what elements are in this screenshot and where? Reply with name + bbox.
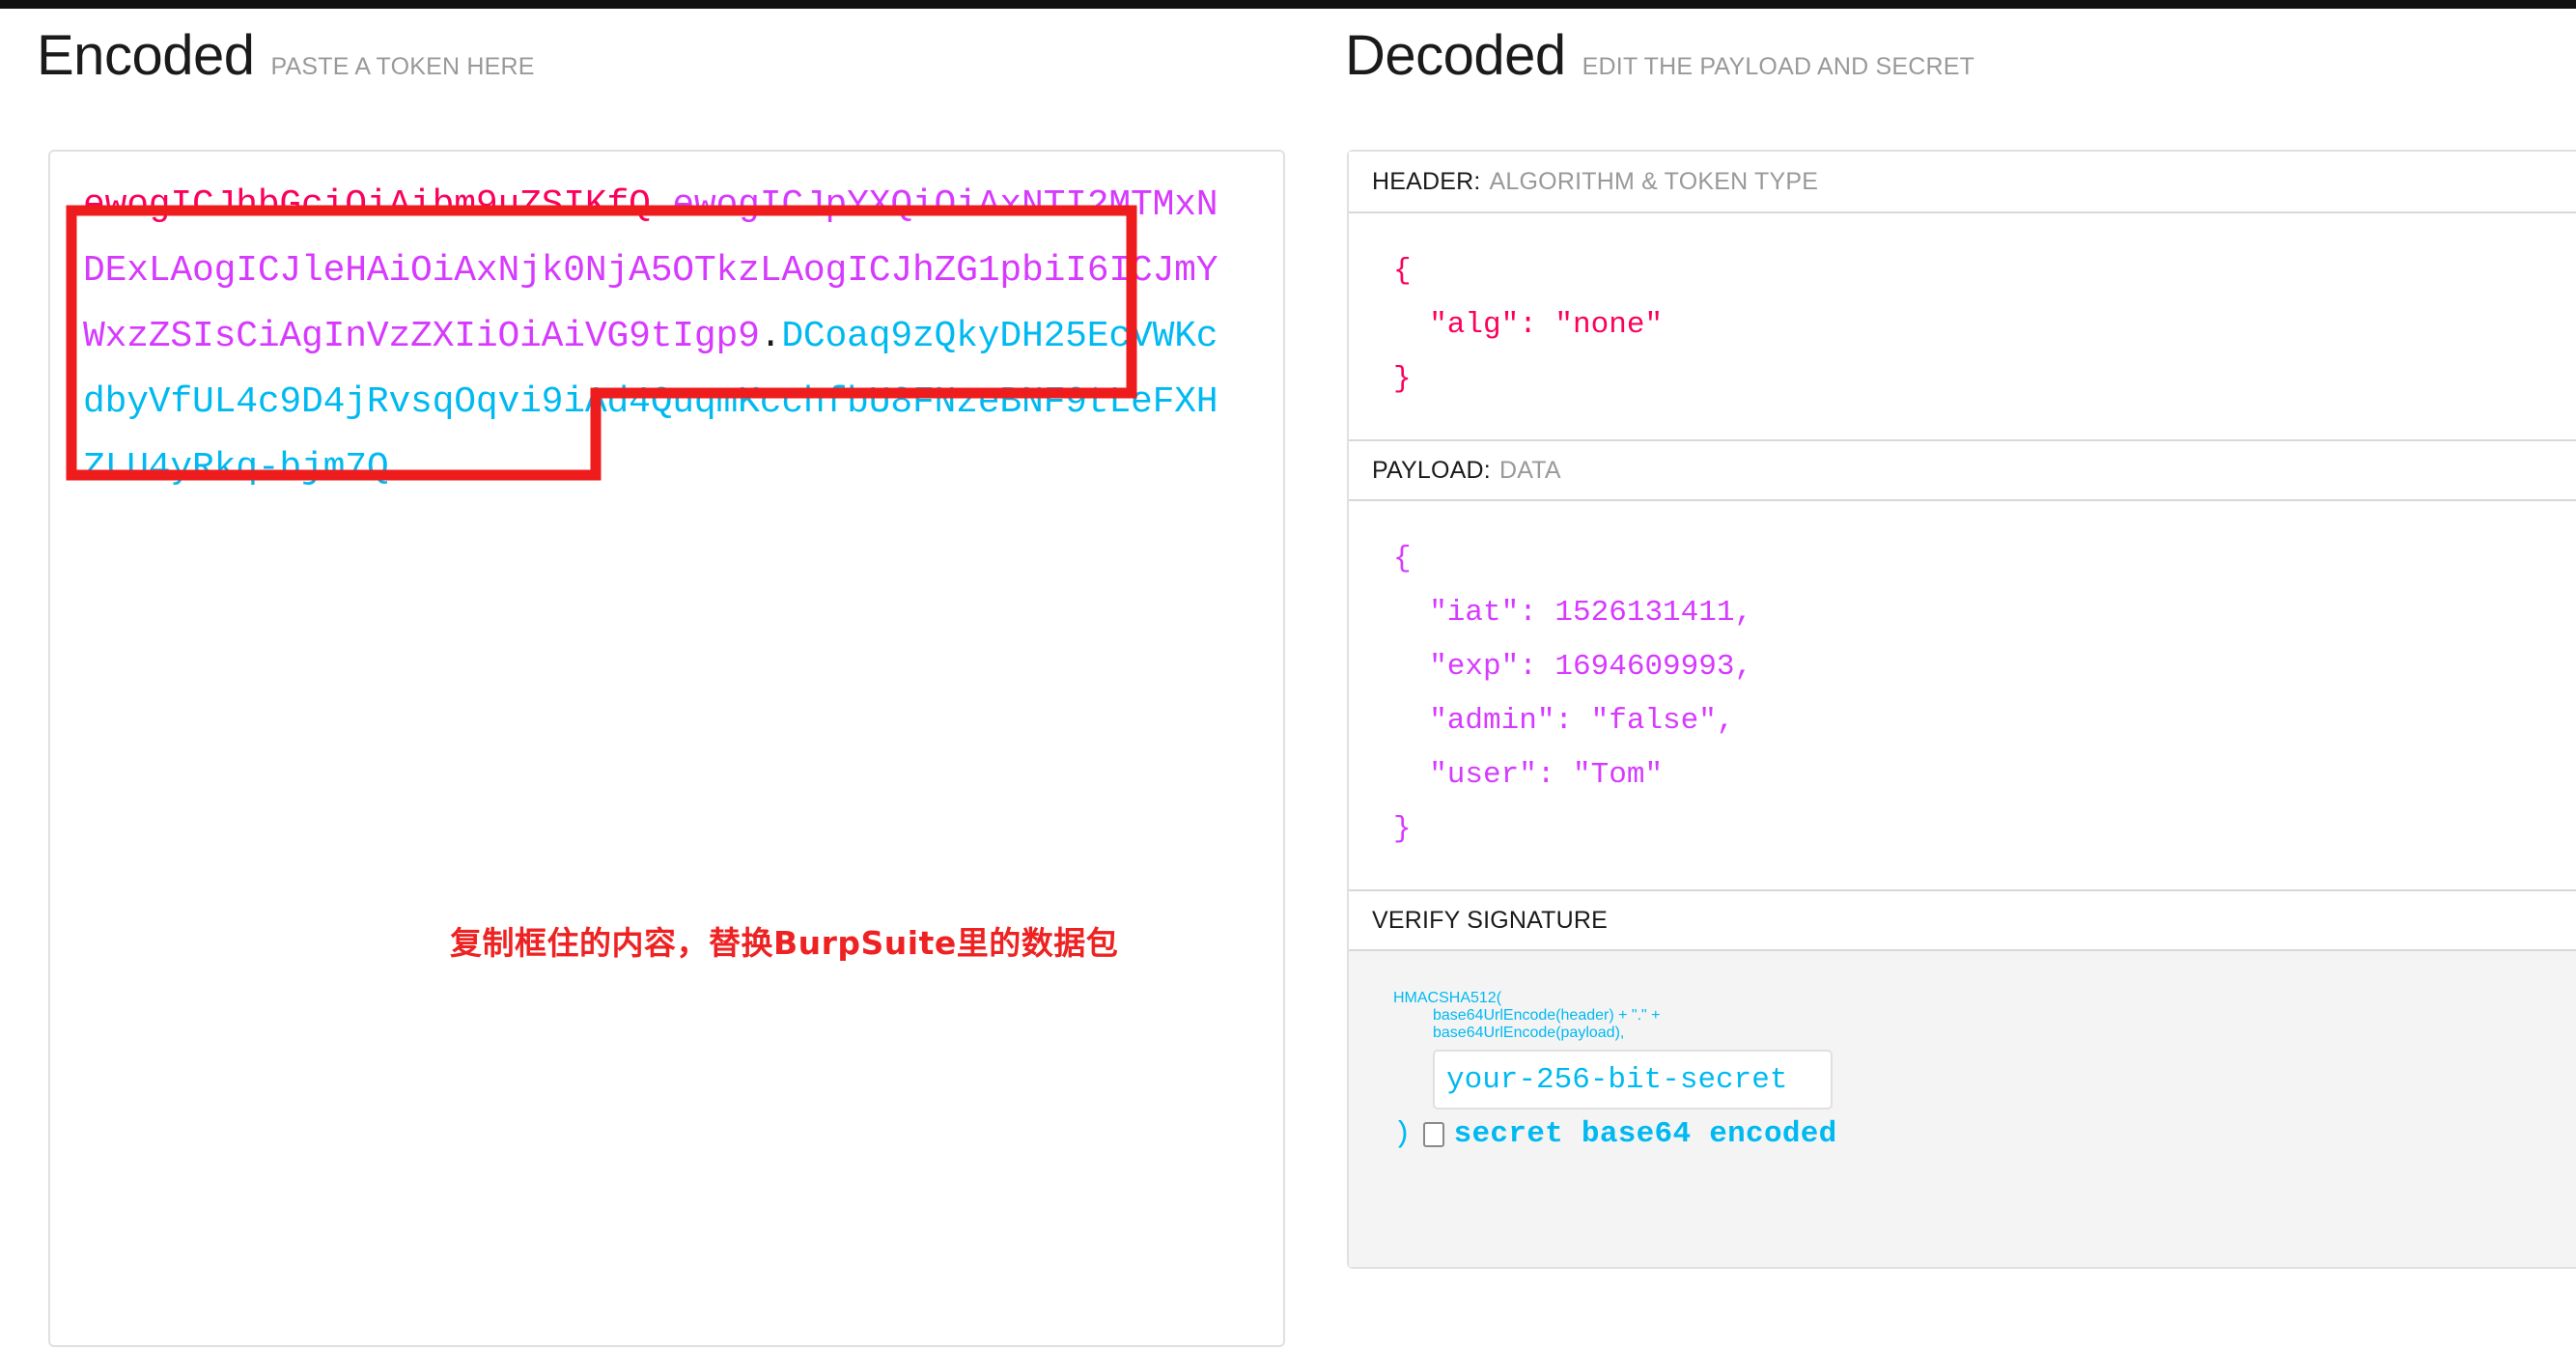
signature-line-payload: base64UrlEncode(payload), [1433,1025,1625,1041]
payload-label-hint: DATA [1498,456,1561,484]
header-json-editor[interactable]: { "alg": "none" } [1349,213,2576,439]
jwt-debugger-page: Encoded PASTE A TOKEN HERE ewogICJhbGciO… [0,9,2576,1347]
encoded-heading: Encoded PASTE A TOKEN HERE [37,28,535,84]
decoded-panel: HEADER: ALGORITHM & TOKEN TYPE { "alg": … [1347,150,2576,1269]
payload-json-editor[interactable]: { "iat": 1526131411, "exp": 1694609993, … [1349,501,2576,889]
header-label-hint: ALGORITHM & TOKEN TYPE [1489,167,1819,195]
signature-editor[interactable]: HMACSHA512( base64UrlEncode(header) + ".… [1349,951,2576,1267]
secret-input[interactable] [1433,1050,1833,1110]
token-separator-2: . [759,316,782,357]
closing-paren: ) [1393,1117,1412,1151]
encoded-token-panel[interactable]: ewogICJhbGciOiAibm9uZSIKfQ.ewogICJpYXQiO… [48,150,1285,1347]
token-header-part: ewogICJhbGciOiAibm9uZSIKfQ [83,184,651,226]
encoded-title: Encoded [37,24,255,87]
decoded-title: Decoded [1345,24,1566,87]
header-label-key: HEADER: [1372,167,1481,195]
decoded-subtitle: EDIT THE PAYLOAD AND SECRET [1582,53,1975,80]
encoded-subtitle: PASTE A TOKEN HERE [270,53,535,80]
decoded-heading: Decoded EDIT THE PAYLOAD AND SECRET [1345,28,1974,84]
payload-label-key: PAYLOAD: [1372,456,1491,484]
encoded-token-text[interactable]: ewogICJhbGciOiAibm9uZSIKfQ.ewogICJpYXQiO… [83,173,1232,501]
signature-label-key: VERIFY SIGNATURE [1372,906,1608,934]
signature-section-label: VERIFY SIGNATURE [1349,889,2576,951]
secret-base64-encoded-checkbox[interactable] [1422,1121,1444,1147]
token-separator-1: . [650,184,673,226]
secret-base64-encoded-label: secret base64 encoded [1453,1117,1837,1151]
signature-line-hmac: HMACSHA512( [1393,990,1502,1006]
signature-close-row: ) secret base64 encoded [1393,1117,2576,1151]
payload-section-label: PAYLOAD: DATA [1349,439,2576,501]
header-section-label: HEADER: ALGORITHM & TOKEN TYPE [1349,152,2576,213]
signature-line-header: base64UrlEncode(header) + "." + [1433,1007,1661,1024]
chinese-instruction-note: 复制框住的内容，替换BurpSuite里的数据包 [450,924,1119,962]
top-black-bar [0,0,2576,9]
